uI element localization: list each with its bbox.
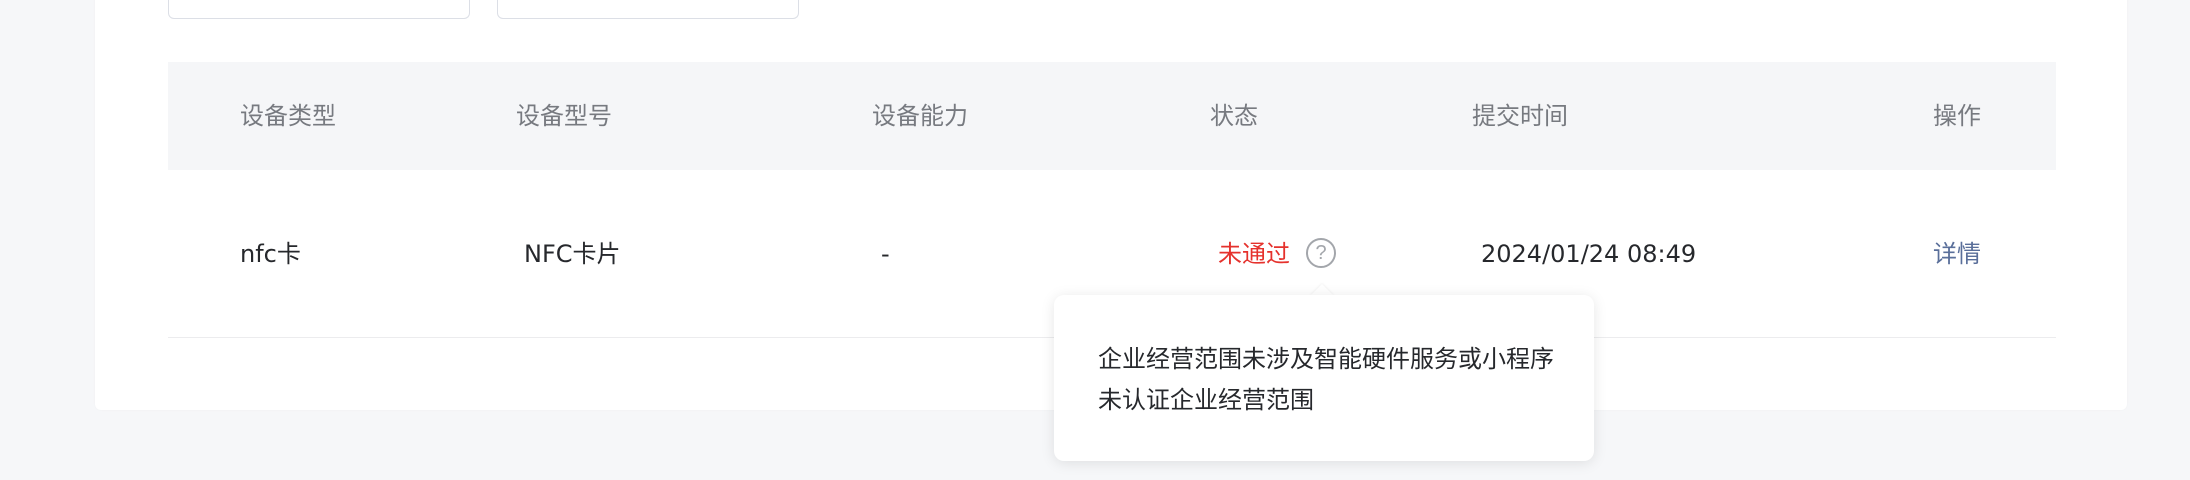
status-tooltip: 企业经营范围未涉及智能硬件服务或小程序未认证企业经营范围 [1054,295,1594,461]
column-header-action: 操作 [1933,102,1981,130]
column-header-submit-time: 提交时间 [1472,102,1568,130]
filter-select-1[interactable] [168,0,470,19]
table-header [168,62,2056,170]
cell-device-capability: - [881,240,890,268]
column-header-status: 状态 [1210,102,1258,130]
question-circle-icon[interactable]: ? [1306,238,1336,268]
column-header-device-type: 设备类型 [240,102,336,130]
cell-device-model: NFC卡片 [524,240,621,268]
tooltip-text: 企业经营范围未涉及智能硬件服务或小程序未认证企业经营范围 [1098,345,1554,414]
detail-link[interactable]: 详情 [1933,238,1981,270]
cell-submit-time: 2024/01/24 08:49 [1481,240,1697,268]
status-badge: 未通过 [1218,240,1290,268]
column-header-device-capability: 设备能力 [872,102,968,130]
filter-select-2[interactable] [497,0,799,19]
column-header-device-model: 设备型号 [516,102,612,130]
cell-device-type: nfc卡 [240,240,301,268]
